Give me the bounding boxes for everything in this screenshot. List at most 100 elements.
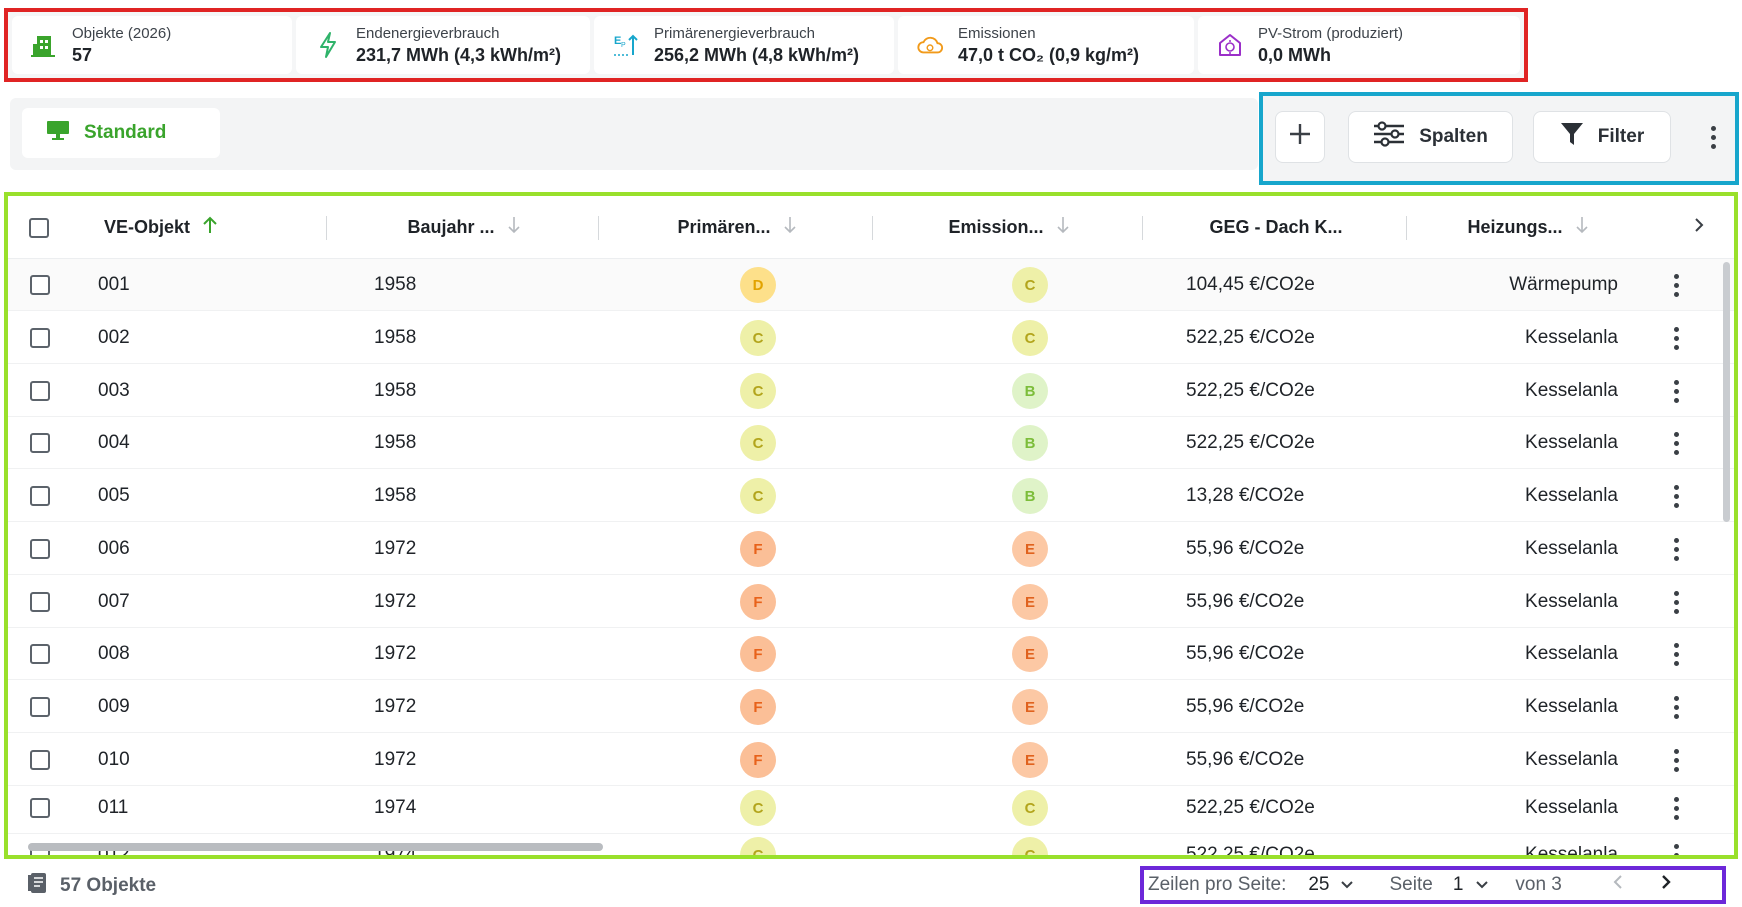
row-actions-kebab-icon[interactable] — [1666, 273, 1686, 297]
previous-page-button[interactable] — [1612, 873, 1624, 897]
table-toolbar: Spalten Filter — [1259, 92, 1739, 185]
emission-class-badge: C — [1012, 267, 1048, 303]
heating-cell: Kesselanla — [1525, 643, 1618, 664]
table-row[interactable]: 002 1958 C C 522,25 €/CO2e Kesselanla — [8, 312, 1734, 364]
row-actions-kebab-icon[interactable] — [1666, 843, 1686, 855]
ve-objekt-cell: 003 — [98, 380, 130, 401]
column-header-primaerenergie[interactable]: Primären... — [600, 196, 874, 259]
rows-per-page-select[interactable]: 25 — [1308, 874, 1353, 896]
row-checkbox[interactable] — [30, 486, 50, 506]
row-select-cell — [30, 365, 50, 417]
primary-energy-class-badge-cell: F — [740, 628, 776, 680]
view-standard-button[interactable]: Standard — [22, 108, 220, 158]
row-actions-cell — [1666, 628, 1686, 680]
column-header-baujahr[interactable]: Baujahr ... — [328, 196, 600, 259]
row-checkbox[interactable] — [30, 328, 50, 348]
row-checkbox[interactable] — [30, 381, 50, 401]
table-row[interactable]: 006 1972 F E 55,96 €/CO2e Kesselanla — [8, 523, 1734, 575]
row-checkbox[interactable] — [30, 798, 50, 818]
table-row[interactable]: 007 1972 F E 55,96 €/CO2e Kesselanla — [8, 576, 1734, 628]
row-select-cell — [30, 470, 50, 522]
ve-objekt-cell: 001 — [98, 274, 130, 295]
row-actions-cell — [1666, 365, 1686, 417]
row-checkbox[interactable] — [30, 433, 50, 453]
more-options-button[interactable] — [1691, 111, 1735, 163]
columns-button[interactable]: Spalten — [1348, 111, 1513, 163]
page-label: Seite — [1389, 874, 1433, 895]
building-icon — [30, 31, 58, 59]
next-page-button[interactable] — [1660, 873, 1672, 897]
table-row[interactable]: 005 1958 C B 13,28 €/CO2e Kesselanla — [8, 470, 1734, 522]
column-header-emissionen[interactable]: Emission... — [874, 196, 1144, 259]
page-select[interactable]: 1 — [1453, 874, 1490, 896]
row-actions-cell — [1666, 829, 1686, 855]
row-actions-kebab-icon[interactable] — [1666, 590, 1686, 614]
emission-class-badge-cell: B — [1012, 365, 1048, 417]
row-checkbox[interactable] — [30, 275, 50, 295]
row-select-cell — [30, 259, 50, 311]
emission-class-badge: C — [1012, 320, 1048, 356]
row-checkbox[interactable] — [30, 644, 50, 664]
filter-label: Filter — [1597, 126, 1645, 147]
scroll-columns-right-button[interactable] — [1684, 196, 1714, 259]
select-all-cell — [26, 196, 52, 259]
select-all-checkbox[interactable] — [29, 217, 49, 238]
emission-class-badge: B — [1012, 478, 1048, 514]
row-actions-kebab-icon[interactable] — [1666, 748, 1686, 772]
geg-dach-cell: 55,96 €/CO2e — [1186, 696, 1305, 717]
kpi-value: 256,2 MWh (4,8 kWh/m²) — [654, 44, 860, 65]
heating-cell: Kesselanla — [1525, 797, 1618, 818]
heating-cell: Kesselanla — [1525, 485, 1618, 506]
baujahr-cell: 1972 — [374, 696, 417, 717]
column-header-heizung[interactable]: Heizungs... — [1408, 196, 1648, 259]
table-row[interactable]: 004 1958 C B 522,25 €/CO2e Kesselanla — [8, 417, 1734, 469]
primary-energy-class-badge-cell: F — [740, 576, 776, 628]
heating-cell: Wärmepump — [1509, 274, 1618, 295]
primary-energy-class-badge-cell: C — [740, 312, 776, 364]
table-row[interactable]: 011 1974 C C 522,25 €/CO2e Kesselanla — [8, 782, 1734, 834]
row-actions-kebab-icon[interactable] — [1666, 326, 1686, 350]
row-actions-kebab-icon[interactable] — [1666, 695, 1686, 719]
table-row[interactable]: 003 1958 C B 522,25 €/CO2e Kesselanla — [8, 365, 1734, 417]
emission-class-badge-cell: B — [1012, 470, 1048, 522]
geg-dach-cell: 55,96 €/CO2e — [1186, 591, 1305, 612]
table-row[interactable]: 009 1972 F E 55,96 €/CO2e Kesselanla — [8, 681, 1734, 733]
row-checkbox[interactable] — [30, 539, 50, 559]
primary-energy-class-badge-cell: C — [740, 470, 776, 522]
row-actions-kebab-icon[interactable] — [1666, 431, 1686, 455]
column-header-geg-dach[interactable]: GEG - Dach K... — [1144, 196, 1408, 259]
vertical-scrollbar[interactable] — [1723, 262, 1730, 522]
row-checkbox[interactable] — [30, 697, 50, 717]
add-button[interactable] — [1275, 111, 1325, 163]
primary-energy-class-badge-cell: F — [740, 734, 776, 786]
column-divider — [872, 216, 873, 240]
table-row[interactable]: 001 1958 D C 104,45 €/CO2e Wärmepump — [8, 259, 1734, 311]
columns-label: Spalten — [1419, 126, 1488, 147]
solar-house-icon — [1216, 31, 1244, 59]
emission-class-badge: B — [1012, 425, 1048, 461]
row-checkbox[interactable] — [30, 592, 50, 612]
row-actions-cell — [1666, 782, 1686, 834]
primary-energy-class-badge: C — [740, 373, 776, 409]
object-count-label: 57 Objekte — [60, 875, 157, 896]
emission-class-badge: C — [1012, 837, 1048, 855]
row-checkbox[interactable] — [30, 750, 50, 770]
row-actions-kebab-icon[interactable] — [1666, 796, 1686, 820]
object-count: 57 Objekte — [28, 872, 156, 900]
chevron-right-icon — [1693, 216, 1705, 239]
baujahr-cell: 1958 — [374, 327, 417, 348]
horizontal-scrollbar[interactable] — [28, 843, 603, 851]
chevron-down-icon — [1475, 874, 1489, 896]
row-actions-kebab-icon[interactable] — [1666, 537, 1686, 561]
table-row[interactable]: 010 1972 F E 55,96 €/CO2e Kesselanla — [8, 734, 1734, 786]
row-actions-kebab-icon[interactable] — [1666, 484, 1686, 508]
filter-button[interactable]: Filter — [1533, 111, 1671, 163]
baujahr-cell: 1972 — [374, 643, 417, 664]
row-actions-cell — [1666, 734, 1686, 786]
row-actions-kebab-icon[interactable] — [1666, 642, 1686, 666]
column-header-ve-objekt[interactable]: VE-Objekt — [78, 196, 318, 259]
svg-text:P: P — [621, 42, 626, 49]
table-row[interactable]: 008 1972 F E 55,96 €/CO2e Kesselanla — [8, 628, 1734, 680]
row-actions-kebab-icon[interactable] — [1666, 379, 1686, 403]
heating-cell: Kesselanla — [1525, 432, 1618, 453]
